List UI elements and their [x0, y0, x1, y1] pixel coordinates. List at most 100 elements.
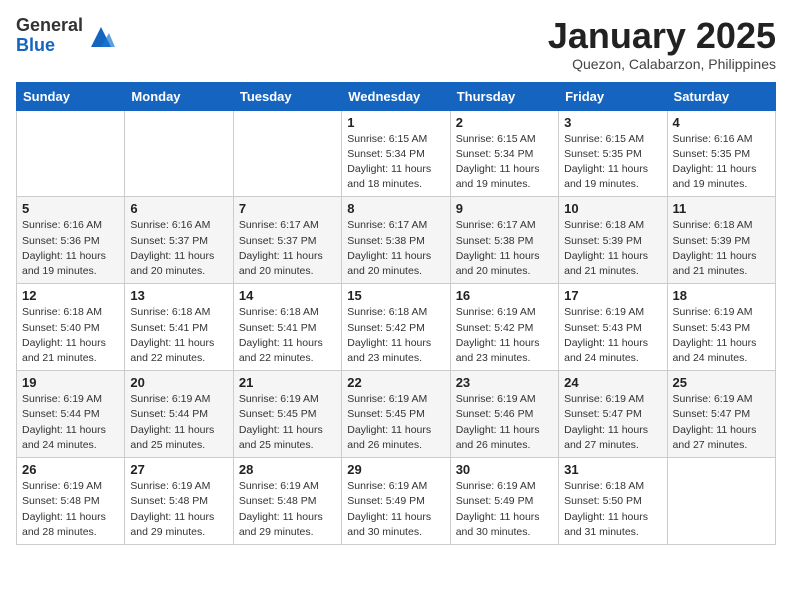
day-number: 1 [347, 115, 444, 130]
header-tuesday: Tuesday [233, 82, 341, 110]
day-info: Sunrise: 6:17 AM Sunset: 5:38 PM Dayligh… [347, 218, 444, 279]
table-row [667, 458, 775, 545]
day-info: Sunrise: 6:18 AM Sunset: 5:41 PM Dayligh… [130, 305, 227, 366]
table-row: 31 Sunrise: 6:18 AM Sunset: 5:50 PM Dayli… [559, 458, 667, 545]
day-number: 4 [673, 115, 770, 130]
day-number: 10 [564, 201, 661, 216]
day-info: Sunrise: 6:19 AM Sunset: 5:45 PM Dayligh… [347, 392, 444, 453]
day-info: Sunrise: 6:15 AM Sunset: 5:34 PM Dayligh… [347, 132, 444, 193]
day-info: Sunrise: 6:18 AM Sunset: 5:42 PM Dayligh… [347, 305, 444, 366]
header-sunday: Sunday [17, 82, 125, 110]
day-number: 31 [564, 462, 661, 477]
table-row: 17 Sunrise: 6:19 AM Sunset: 5:43 PM Dayli… [559, 284, 667, 371]
title-block: January 2025 Quezon, Calabarzon, Philipp… [548, 16, 776, 72]
table-row: 27 Sunrise: 6:19 AM Sunset: 5:48 PM Dayli… [125, 458, 233, 545]
day-number: 26 [22, 462, 119, 477]
table-row: 24Sunrise: 6:19 AM Sunset: 5:47 PM Dayli… [559, 371, 667, 458]
day-number: 5 [22, 201, 119, 216]
day-number: 2 [456, 115, 553, 130]
calendar: Sunday Monday Tuesday Wednesday Thursday… [16, 82, 776, 545]
table-row: 8 Sunrise: 6:17 AM Sunset: 5:38 PM Daylig… [342, 197, 450, 284]
day-info: Sunrise: 6:18 AM Sunset: 5:39 PM Dayligh… [673, 218, 770, 279]
day-number: 25 [673, 375, 770, 390]
day-number: 29 [347, 462, 444, 477]
table-row: 22 Sunrise: 6:19 AM Sunset: 5:45 PM Dayli… [342, 371, 450, 458]
day-number: 30 [456, 462, 553, 477]
table-row: 29 Sunrise: 6:19 AM Sunset: 5:49 PM Dayli… [342, 458, 450, 545]
calendar-week-row: 5 Sunrise: 6:16 AM Sunset: 5:36 PM Daylig… [17, 197, 776, 284]
day-info: Sunrise: 6:18 AM Sunset: 5:41 PM Dayligh… [239, 305, 336, 366]
table-row: 15 Sunrise: 6:18 AM Sunset: 5:42 PM Dayli… [342, 284, 450, 371]
day-info: Sunrise: 6:16 AM Sunset: 5:36 PM Dayligh… [22, 218, 119, 279]
day-number: 9 [456, 201, 553, 216]
table-row: 2 Sunrise: 6:15 AM Sunset: 5:34 PM Daylig… [450, 110, 558, 197]
day-number: 21 [239, 375, 336, 390]
day-info: Sunrise: 6:16 AM Sunset: 5:35 PM Dayligh… [673, 132, 770, 193]
table-row: 9 Sunrise: 6:17 AM Sunset: 5:38 PM Daylig… [450, 197, 558, 284]
day-info: Sunrise: 6:16 AM Sunset: 5:37 PM Dayligh… [130, 218, 227, 279]
day-info: Sunrise: 6:18 AM Sunset: 5:50 PM Dayligh… [564, 479, 661, 540]
day-number: 22 [347, 375, 444, 390]
table-row: 23 Sunrise: 6:19 AM Sunset: 5:46 PM Dayli… [450, 371, 558, 458]
day-info: Sunrise: 6:19 AM Sunset: 5:46 PM Dayligh… [456, 392, 553, 453]
day-number: 23 [456, 375, 553, 390]
header-monday: Monday [125, 82, 233, 110]
day-info: Sunrise: 6:19 AM Sunset: 5:43 PM Dayligh… [564, 305, 661, 366]
table-row: 12 Sunrise: 6:18 AM Sunset: 5:40 PM Dayli… [17, 284, 125, 371]
day-number: 11 [673, 201, 770, 216]
table-row: 1 Sunrise: 6:15 AM Sunset: 5:34 PM Daylig… [342, 110, 450, 197]
day-number: 7 [239, 201, 336, 216]
header-thursday: Thursday [450, 82, 558, 110]
calendar-header-row: Sunday Monday Tuesday Wednesday Thursday… [17, 82, 776, 110]
day-info: Sunrise: 6:19 AM Sunset: 5:49 PM Dayligh… [456, 479, 553, 540]
day-number: 18 [673, 288, 770, 303]
header-saturday: Saturday [667, 82, 775, 110]
day-info: Sunrise: 6:19 AM Sunset: 5:43 PM Dayligh… [673, 305, 770, 366]
day-number: 12 [22, 288, 119, 303]
day-info: Sunrise: 6:17 AM Sunset: 5:37 PM Dayligh… [239, 218, 336, 279]
day-number: 15 [347, 288, 444, 303]
day-info: Sunrise: 6:15 AM Sunset: 5:34 PM Dayligh… [456, 132, 553, 193]
logo-icon [87, 23, 115, 51]
day-number: 16 [456, 288, 553, 303]
day-number: 6 [130, 201, 227, 216]
calendar-week-row: 1 Sunrise: 6:15 AM Sunset: 5:34 PM Daylig… [17, 110, 776, 197]
day-number: 13 [130, 288, 227, 303]
logo: General Blue [16, 16, 115, 56]
logo-text: General Blue [16, 16, 83, 56]
table-row: 19 Sunrise: 6:19 AM Sunset: 5:44 PM Dayli… [17, 371, 125, 458]
table-row: 20 Sunrise: 6:19 AM Sunset: 5:44 PM Dayli… [125, 371, 233, 458]
day-info: Sunrise: 6:18 AM Sunset: 5:40 PM Dayligh… [22, 305, 119, 366]
table-row: 25Sunrise: 6:19 AM Sunset: 5:47 PM Dayli… [667, 371, 775, 458]
table-row [125, 110, 233, 197]
day-info: Sunrise: 6:19 AM Sunset: 5:48 PM Dayligh… [239, 479, 336, 540]
table-row: 10Sunrise: 6:18 AM Sunset: 5:39 PM Dayli… [559, 197, 667, 284]
day-info: Sunrise: 6:17 AM Sunset: 5:38 PM Dayligh… [456, 218, 553, 279]
table-row: 11 Sunrise: 6:18 AM Sunset: 5:39 PM Dayli… [667, 197, 775, 284]
day-info: Sunrise: 6:15 AM Sunset: 5:35 PM Dayligh… [564, 132, 661, 193]
table-row: 26 Sunrise: 6:19 AM Sunset: 5:48 PM Dayli… [17, 458, 125, 545]
day-info: Sunrise: 6:19 AM Sunset: 5:49 PM Dayligh… [347, 479, 444, 540]
table-row: 16Sunrise: 6:19 AM Sunset: 5:42 PM Dayli… [450, 284, 558, 371]
day-info: Sunrise: 6:19 AM Sunset: 5:48 PM Dayligh… [22, 479, 119, 540]
table-row: 30 Sunrise: 6:19 AM Sunset: 5:49 PM Dayli… [450, 458, 558, 545]
calendar-week-row: 26 Sunrise: 6:19 AM Sunset: 5:48 PM Dayli… [17, 458, 776, 545]
day-number: 24 [564, 375, 661, 390]
day-number: 20 [130, 375, 227, 390]
day-number: 19 [22, 375, 119, 390]
calendar-week-row: 19 Sunrise: 6:19 AM Sunset: 5:44 PM Dayli… [17, 371, 776, 458]
day-number: 8 [347, 201, 444, 216]
day-info: Sunrise: 6:19 AM Sunset: 5:44 PM Dayligh… [22, 392, 119, 453]
day-info: Sunrise: 6:19 AM Sunset: 5:48 PM Dayligh… [130, 479, 227, 540]
day-number: 27 [130, 462, 227, 477]
day-number: 17 [564, 288, 661, 303]
page-container: General Blue January 2025 Quezon, Calaba… [0, 0, 792, 555]
table-row: 3 Sunrise: 6:15 AM Sunset: 5:35 PM Daylig… [559, 110, 667, 197]
header: General Blue January 2025 Quezon, Calaba… [16, 16, 776, 72]
table-row: 14Sunrise: 6:18 AM Sunset: 5:41 PM Dayli… [233, 284, 341, 371]
day-number: 3 [564, 115, 661, 130]
logo-blue: Blue [16, 36, 83, 56]
day-info: Sunrise: 6:19 AM Sunset: 5:44 PM Dayligh… [130, 392, 227, 453]
location: Quezon, Calabarzon, Philippines [548, 56, 776, 72]
table-row: 21Sunrise: 6:19 AM Sunset: 5:45 PM Dayli… [233, 371, 341, 458]
